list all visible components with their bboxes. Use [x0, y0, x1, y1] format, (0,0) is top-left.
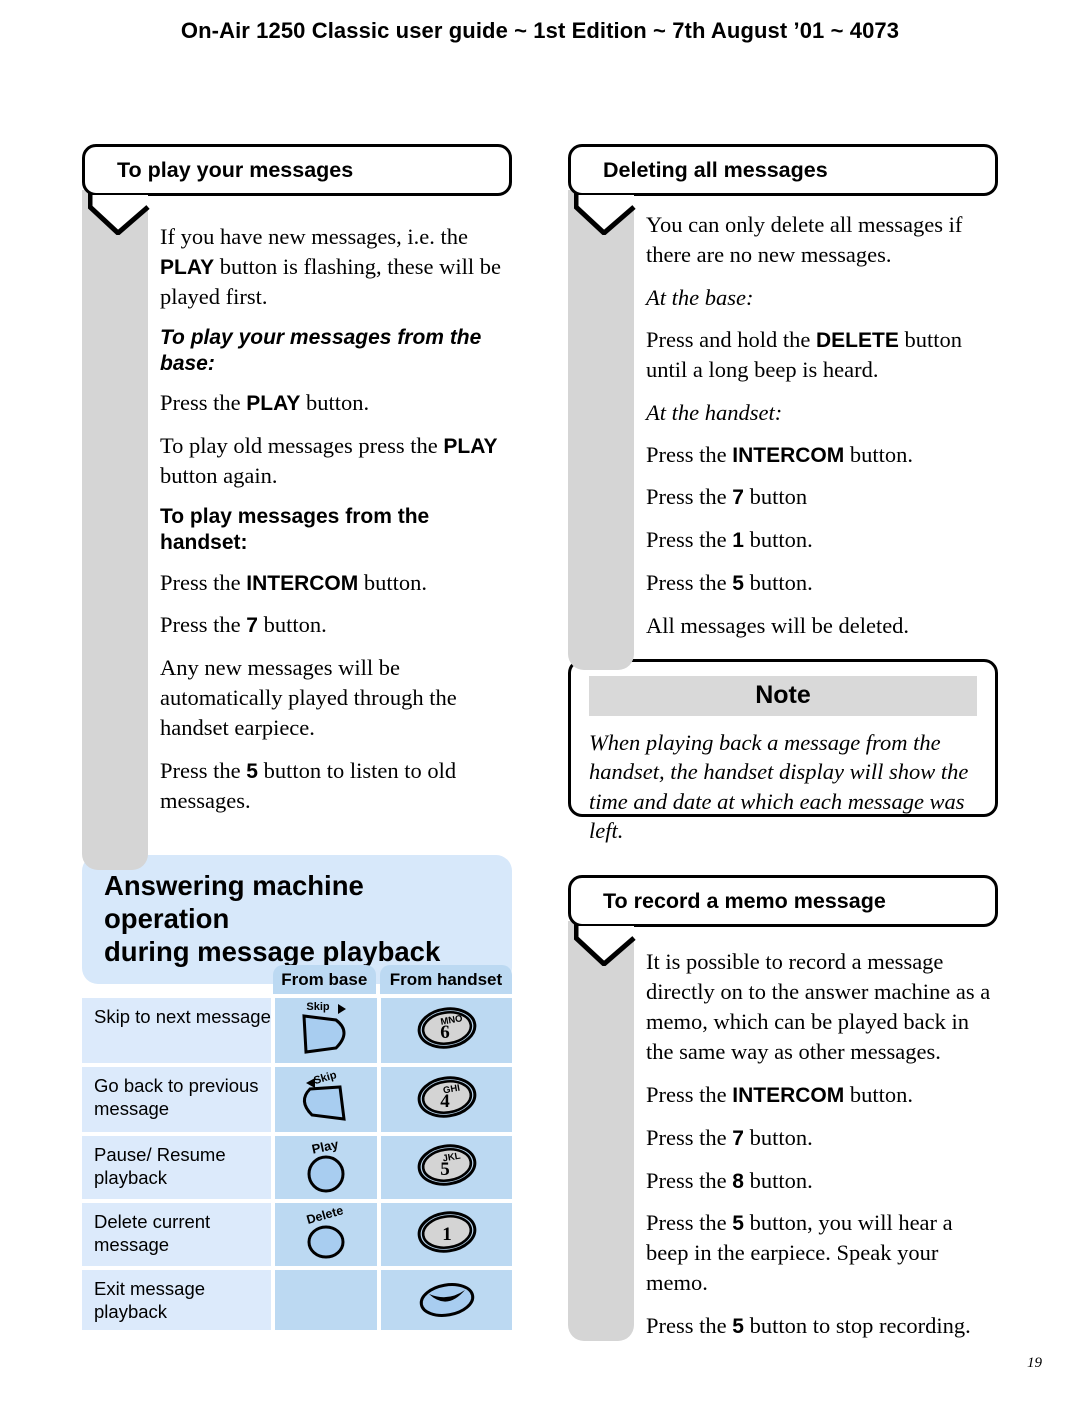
handset-key-cell: GHI 4: [381, 1067, 512, 1132]
step-press-5-record: Press the 5 button, you will hear a beep…: [646, 1210, 953, 1296]
note-heading: Note: [589, 676, 977, 716]
heading-line-2: during message playback: [104, 936, 441, 967]
key-1: 1: [412, 1205, 482, 1264]
svg-text:1: 1: [442, 1224, 452, 1245]
callout-tail: [574, 924, 636, 966]
play-key: Play: [291, 1136, 361, 1199]
table-header-from-base: From base: [272, 965, 376, 994]
base-key-cell: Play: [274, 1136, 378, 1199]
step-auto-play: Any new messages will be automatically p…: [160, 655, 457, 741]
page-title: To play your messages: [117, 157, 354, 182]
table-header-blank: [82, 965, 273, 994]
table-row: Delete current message Delete 1: [82, 1203, 512, 1266]
key-rail: [568, 190, 634, 670]
step-press-7: Press the 7 button.: [160, 612, 327, 638]
intro-paragraph: You can only delete all messages if ther…: [646, 212, 963, 267]
step-press-intercom: Press the INTERCOM button.: [646, 1081, 914, 1107]
table-row: Exit message playback: [82, 1270, 512, 1331]
intro-paragraph: If you have new messages, i.e. the PLAY …: [160, 224, 501, 309]
base-key-cell: Skip: [274, 1067, 378, 1132]
svg-text:Skip: Skip: [306, 1001, 330, 1013]
note-text: When playing back a message from the han…: [589, 730, 969, 843]
step-hold-delete: Press and hold the DELETE button until a…: [646, 326, 962, 382]
heading-line-1: Answering machine operation: [104, 870, 364, 934]
subheading-from-base: To play your messages from the base:: [160, 325, 482, 376]
base-key-cell-empty: [274, 1270, 378, 1331]
section-play-messages: To play your messages Play Play Intercom: [82, 144, 512, 870]
table-header-from-handset: From handset: [379, 965, 512, 994]
row-label: Delete current message: [82, 1203, 271, 1266]
handset-key-cell: 1: [381, 1203, 512, 1266]
step-press-1: Press the 1 button.: [646, 527, 813, 553]
svg-text:Play: Play: [311, 1136, 341, 1156]
skip-back-key: Skip: [284, 1067, 368, 1132]
table-row: Skip to next message Skip MNO 6: [82, 998, 512, 1063]
callout-tail: [574, 193, 636, 235]
subheading-at-base: At the base:: [646, 284, 754, 310]
base-key-cell: Delete: [274, 1203, 378, 1266]
step-press-5: Press the 5 button.: [646, 570, 813, 596]
step-press-play: Press the PLAY button.: [160, 390, 370, 416]
page-number: 19: [1027, 1355, 1042, 1371]
key-6: MNO 6: [412, 1001, 482, 1060]
section-title: To record a memo message: [603, 888, 886, 913]
key-rail: [82, 190, 148, 870]
step-press-7: Press the 7 button.: [646, 1124, 813, 1150]
delete-key: Delete: [291, 1203, 361, 1266]
intro-paragraph: It is possible to record a message direc…: [646, 949, 991, 1064]
step-press-5-stop: Press the 5 button to stop recording.: [646, 1313, 971, 1339]
step-press-intercom: Press the INTERCOM button.: [160, 569, 428, 595]
step-press-7: Press the 7 button: [646, 484, 808, 510]
manual-page: On-Air 1250 Classic user guide ~ 1st Edi…: [0, 0, 1080, 1421]
callout-tail: [88, 193, 150, 235]
table-row: Go back to previous message Skip GHI 4: [82, 1067, 512, 1132]
row-label: Skip to next message: [82, 998, 271, 1063]
table-row: Pause/ Resume playback Play JKL 5: [82, 1136, 512, 1199]
skip-next-key: Skip: [284, 998, 368, 1063]
svg-text:5: 5: [440, 1159, 450, 1180]
base-key-cell: Skip: [274, 998, 378, 1063]
subheading-from-handset: To play messages from the handset:: [160, 505, 430, 555]
handset-key-cell: [381, 1270, 512, 1331]
step-all-deleted: All messages will be deleted.: [646, 613, 910, 639]
key-4: GHI 4: [412, 1070, 482, 1129]
section-delete-all: Deleting all messages Delete Intercom PQ: [568, 144, 998, 670]
section-body: If you have new messages, i.e. the PLAY …: [160, 222, 512, 829]
svg-text:6: 6: [440, 1022, 450, 1043]
section-body: You can only delete all messages if ther…: [646, 210, 998, 654]
row-label: Pause/ Resume playback: [82, 1136, 271, 1199]
svg-text:4: 4: [440, 1091, 450, 1112]
section-heading-callout: Deleting all messages: [568, 144, 998, 196]
handset-key-cell: JKL 5: [381, 1136, 512, 1199]
step-press-8: Press the 8 button.: [646, 1167, 813, 1193]
subheading-at-handset: At the handset:: [646, 399, 783, 425]
key-5: JKL 5: [412, 1138, 482, 1197]
svg-text:Skip: Skip: [312, 1069, 338, 1087]
section-heading-callout: To play your messages: [82, 144, 512, 196]
key-rail: [568, 921, 634, 1341]
handset-key-cell: MNO 6: [381, 998, 512, 1063]
note-box: Note When playing back a message from th…: [568, 659, 998, 843]
section-heading-callout: To record a memo message: [568, 875, 998, 927]
section-body: It is possible to record a message direc…: [646, 947, 998, 1354]
end-call-key: [412, 1273, 482, 1328]
step-press-5: Press the 5 button to listen to old mess…: [160, 758, 457, 814]
table-header-row: From base From handset: [82, 965, 512, 994]
row-label: Exit message playback: [82, 1270, 271, 1331]
step-press-intercom: Press the INTERCOM button.: [646, 441, 914, 467]
playback-operations-table: From base From handset Skip to next mess…: [82, 965, 512, 1334]
section-record-memo: To record a memo message Intercom PQRS 7: [568, 875, 998, 1341]
running-header: On-Air 1250 Classic user guide ~ 1st Edi…: [180, 18, 900, 43]
step-press-play-again: To play old messages press the PLAY butt…: [160, 433, 498, 489]
svg-text:Delete: Delete: [305, 1203, 345, 1227]
section-title: Deleting all messages: [603, 157, 828, 182]
row-label: Go back to previous message: [82, 1067, 271, 1132]
